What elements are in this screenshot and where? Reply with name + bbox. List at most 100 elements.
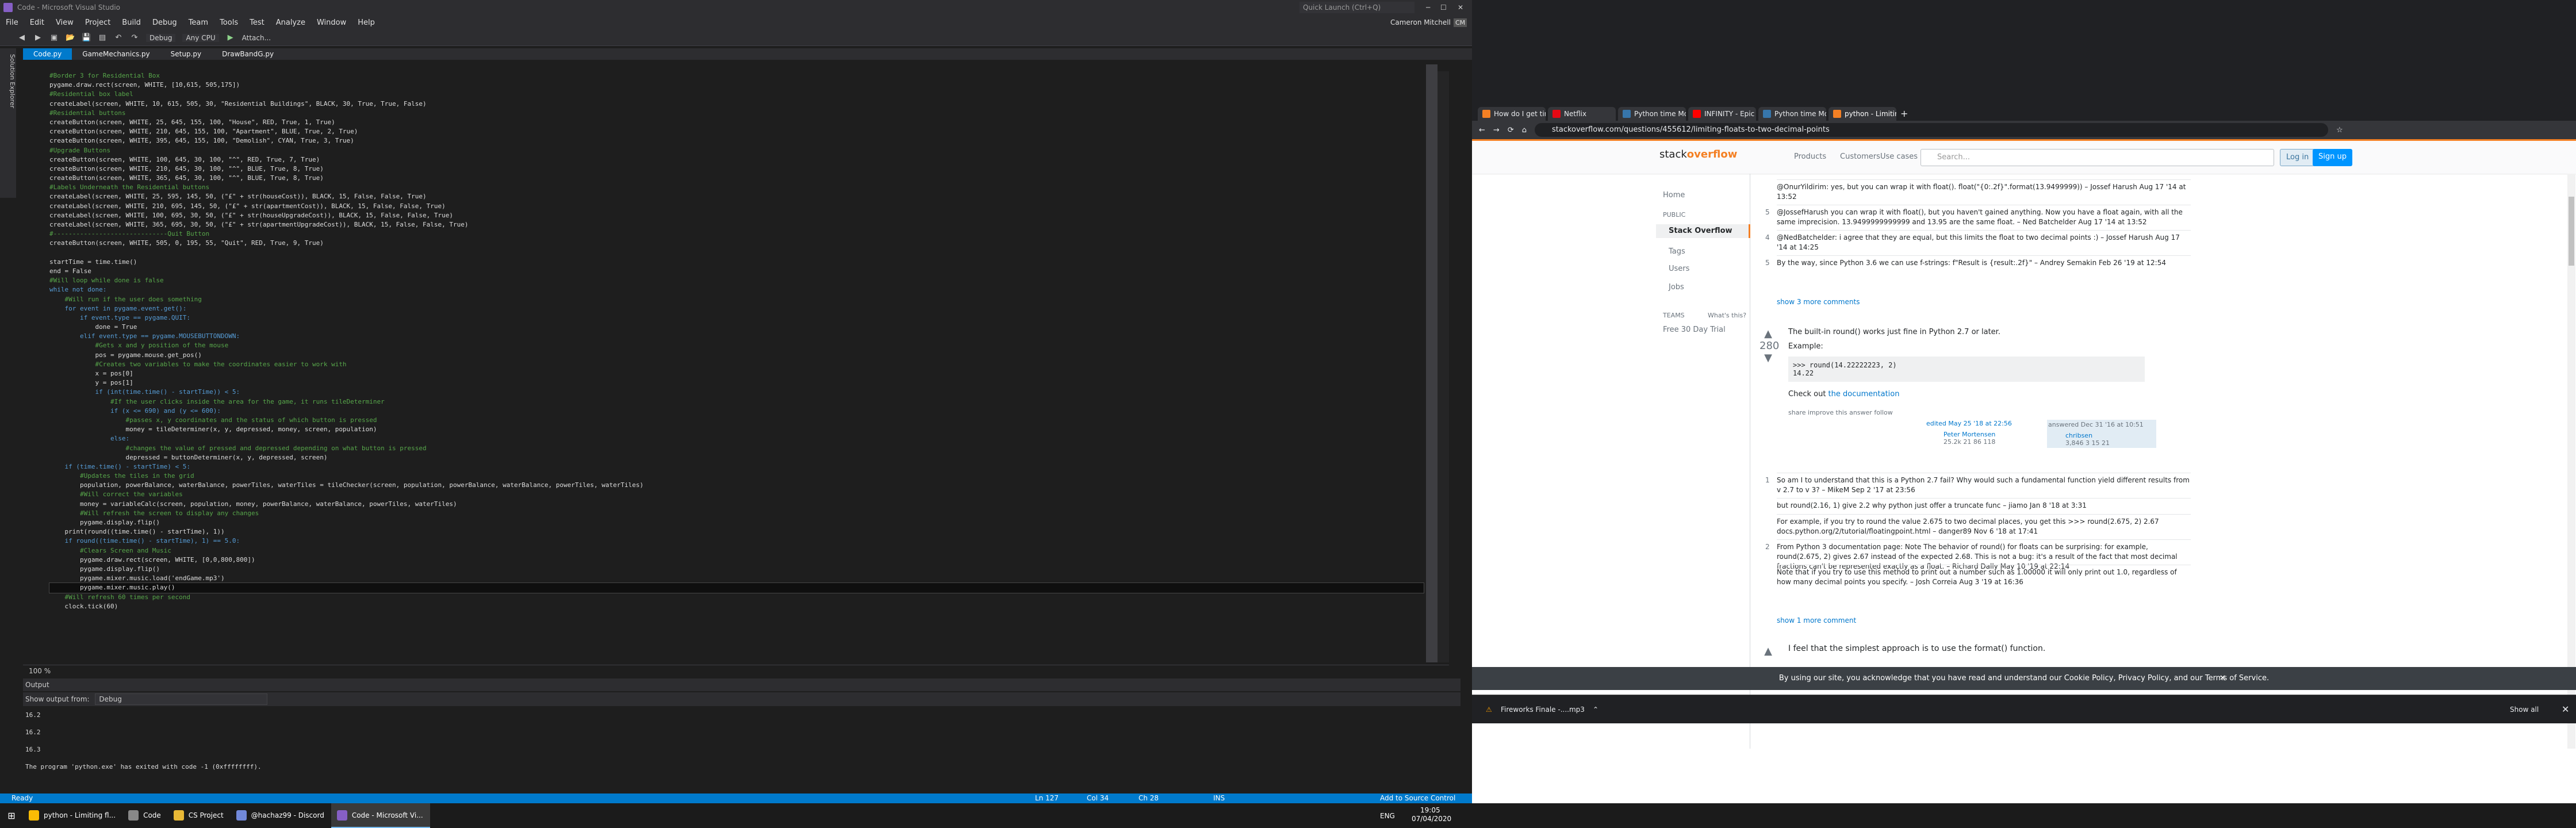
code-line[interactable]: createButton(screen, WHITE, 395, 645, 15…: [49, 136, 1424, 145]
menu-edit[interactable]: Edit: [30, 18, 44, 27]
code-line[interactable]: #------------------------------Quit Butt…: [49, 229, 1424, 239]
user-name[interactable]: Cameron Mitchell: [1390, 18, 1451, 26]
nav-use-cases[interactable]: Use cases: [1880, 152, 1918, 161]
show-more-comments-1[interactable]: show 3 more comments: [1777, 298, 1860, 306]
code-line[interactable]: end = False: [49, 267, 1424, 276]
quick-launch-input[interactable]: Quick Launch (Ctrl+Q): [1300, 2, 1414, 13]
next-upvote-icon[interactable]: ▲: [1759, 645, 1777, 657]
code-line[interactable]: #Border 3 for Residential Box: [49, 71, 1424, 80]
download-item[interactable]: ⚠ Fireworks Finale -....mp3 ⌃: [1483, 701, 1610, 718]
nav-free-trial[interactable]: Free 30 Day Trial: [1663, 325, 1726, 334]
solution-explorer-tab[interactable]: Solution Explorer: [0, 48, 16, 198]
open-icon[interactable]: 📂: [66, 33, 75, 43]
code-line[interactable]: population, powerBalance, waterBalance, …: [49, 481, 1424, 490]
output-text[interactable]: 16.2 16.2 16.3 The program 'python.exe' has…: [23, 706, 1460, 791]
back-icon[interactable]: ◀: [17, 33, 26, 43]
bookmark-star-icon[interactable]: ☆: [2336, 126, 2343, 135]
download-bar-close-icon[interactable]: ✕: [2562, 701, 2569, 718]
code-line[interactable]: if (x <= 690) and (y <= 600):: [49, 407, 1424, 416]
code-line[interactable]: createLabel(screen, WHITE, 25, 595, 145,…: [49, 192, 1424, 201]
reload-icon[interactable]: ⟳: [1508, 126, 1514, 135]
menu-tools[interactable]: Tools: [220, 18, 238, 27]
nav-stack-overflow[interactable]: Stack Overflow: [1656, 224, 1750, 238]
maximize-button[interactable]: ☐: [1440, 0, 1447, 15]
scroll-thumb[interactable]: [2569, 197, 2574, 266]
editor-scrollbar[interactable]: [1426, 64, 1438, 662]
code-line[interactable]: createLabel(screen, WHITE, 10, 615, 505,…: [49, 99, 1424, 109]
new-tab-button[interactable]: +: [1900, 107, 1908, 121]
cookie-close-icon[interactable]: ✕: [2220, 667, 2226, 690]
menu-debug[interactable]: Debug: [152, 18, 177, 27]
forward-arrow-icon[interactable]: →: [1493, 126, 1500, 135]
menu-test[interactable]: Test: [250, 18, 264, 27]
show-all-button[interactable]: Show all: [2510, 701, 2539, 718]
code-line[interactable]: if (time.time() - startTime) < 5:: [49, 462, 1424, 471]
play-icon[interactable]: ▶: [226, 33, 235, 43]
code-line[interactable]: depressed = buttonDeterminer(x, y, depre…: [49, 453, 1424, 462]
code-line[interactable]: pygame.display.flip(): [49, 565, 1424, 574]
nav-whats-this[interactable]: What's this?: [1708, 312, 1746, 319]
code-line[interactable]: #Gets x and y position of the mouse: [49, 341, 1424, 350]
browser-tab[interactable]: python - Limiting floats to two d...: [1828, 107, 1896, 121]
taskbar-button[interactable]: @hachaz99 - Discord: [231, 803, 331, 828]
code-line[interactable]: print(round((time.time() - startTime), 1…: [49, 527, 1424, 536]
show-more-comments-2[interactable]: show 1 more comment: [1777, 616, 1856, 624]
code-line[interactable]: createButton(screen, WHITE, 210, 645, 15…: [49, 127, 1424, 136]
config-dropdown[interactable]: Debug: [146, 33, 176, 42]
attach-button[interactable]: Attach...: [242, 34, 271, 42]
code-line[interactable]: pygame.display.flip(): [49, 518, 1424, 527]
code-line[interactable]: pygame.draw.rect(screen, WHITE, [10,615,…: [49, 80, 1424, 90]
code-line[interactable]: createLabel(screen, WHITE, 100, 695, 30,…: [49, 211, 1424, 220]
forward-icon[interactable]: ▶: [33, 33, 43, 43]
user-avatar[interactable]: CM: [1454, 18, 1467, 27]
nav-customers[interactable]: Customers: [1840, 152, 1880, 161]
nav-users[interactable]: Users: [1669, 264, 1689, 273]
so-search-input[interactable]: Search...: [1920, 149, 2274, 166]
code-line[interactable]: done = True: [49, 323, 1424, 332]
so-logo[interactable]: stackoverflow: [1659, 148, 1737, 160]
tray-time[interactable]: 19:05: [1420, 806, 1440, 814]
browser-tab[interactable]: How do I get time of a Python p...: [1478, 107, 1546, 121]
tab-setup-py[interactable]: Setup.py: [160, 48, 212, 60]
output-source-dropdown[interactable]: Debug: [95, 693, 268, 705]
taskbar-button[interactable]: Code - Microsoft Vi...: [331, 803, 430, 828]
downvote-icon[interactable]: ▼: [1759, 352, 1777, 364]
code-line[interactable]: #Labels Underneath the Residential butto…: [49, 183, 1424, 192]
nav-tags[interactable]: Tags: [1669, 247, 1685, 256]
menu-team[interactable]: Team: [189, 18, 208, 27]
code-line[interactable]: y = pos[1]: [49, 378, 1424, 388]
code-line[interactable]: createButton(screen, WHITE, 25, 645, 155…: [49, 118, 1424, 127]
code-line[interactable]: #Will refresh the screen to display any …: [49, 509, 1424, 518]
code-line[interactable]: #Residential buttons: [49, 109, 1424, 118]
code-line[interactable]: pygame.draw.rect(screen, WHITE, [0,0,800…: [49, 555, 1424, 565]
code-line[interactable]: elif event.type == pygame.MOUSEBUTTONDOW…: [49, 332, 1424, 341]
menu-help[interactable]: Help: [358, 18, 375, 27]
source-control-button[interactable]: Add to Source Control: [1380, 793, 1455, 803]
code-line[interactable]: createLabel(screen, WHITE, 210, 695, 145…: [49, 202, 1424, 211]
nav-jobs[interactable]: Jobs: [1669, 283, 1684, 292]
home-icon[interactable]: ⌂: [1522, 126, 1527, 135]
code-line[interactable]: createButton(screen, WHITE, 210, 645, 30…: [49, 164, 1424, 174]
back-arrow-icon[interactable]: ←: [1479, 126, 1485, 135]
taskbar-button[interactable]: CS Project: [168, 803, 231, 828]
tab-code-py[interactable]: Code.py: [23, 48, 72, 60]
code-line[interactable]: createButton(screen, WHITE, 100, 645, 30…: [49, 155, 1424, 164]
code-line[interactable]: startTime = time.time(): [49, 258, 1424, 267]
code-line[interactable]: #Will refresh 60 times per second: [49, 593, 1424, 602]
tray-lang[interactable]: ENG: [1380, 812, 1395, 820]
tab-gamemechanics-py[interactable]: GameMechanics.py: [72, 48, 160, 60]
undo-icon[interactable]: ↶: [114, 33, 123, 43]
editor-name[interactable]: Peter Mortensen: [1926, 431, 2035, 438]
taskbar-button[interactable]: Code: [122, 803, 168, 828]
code-line[interactable]: [49, 248, 1424, 258]
code-line[interactable]: pygame.mixer.music.play(): [49, 582, 1424, 593]
code-line[interactable]: #Upgrade Buttons: [49, 146, 1424, 155]
browser-tab[interactable]: Python time Module (with Exam...: [1758, 107, 1826, 121]
tab-drawbandg-py[interactable]: DrawBandG.py: [212, 48, 284, 60]
code-line[interactable]: #Creates two variables to make the coord…: [49, 360, 1424, 369]
menu-view[interactable]: View: [56, 18, 74, 27]
code-line[interactable]: x = pos[0]: [49, 369, 1424, 378]
answer-actions[interactable]: share improve this answer follow: [1788, 409, 2191, 416]
save-all-icon[interactable]: ▤: [98, 33, 107, 43]
code-line[interactable]: if (int(time.time() - startTime)) < 5:: [49, 388, 1424, 397]
